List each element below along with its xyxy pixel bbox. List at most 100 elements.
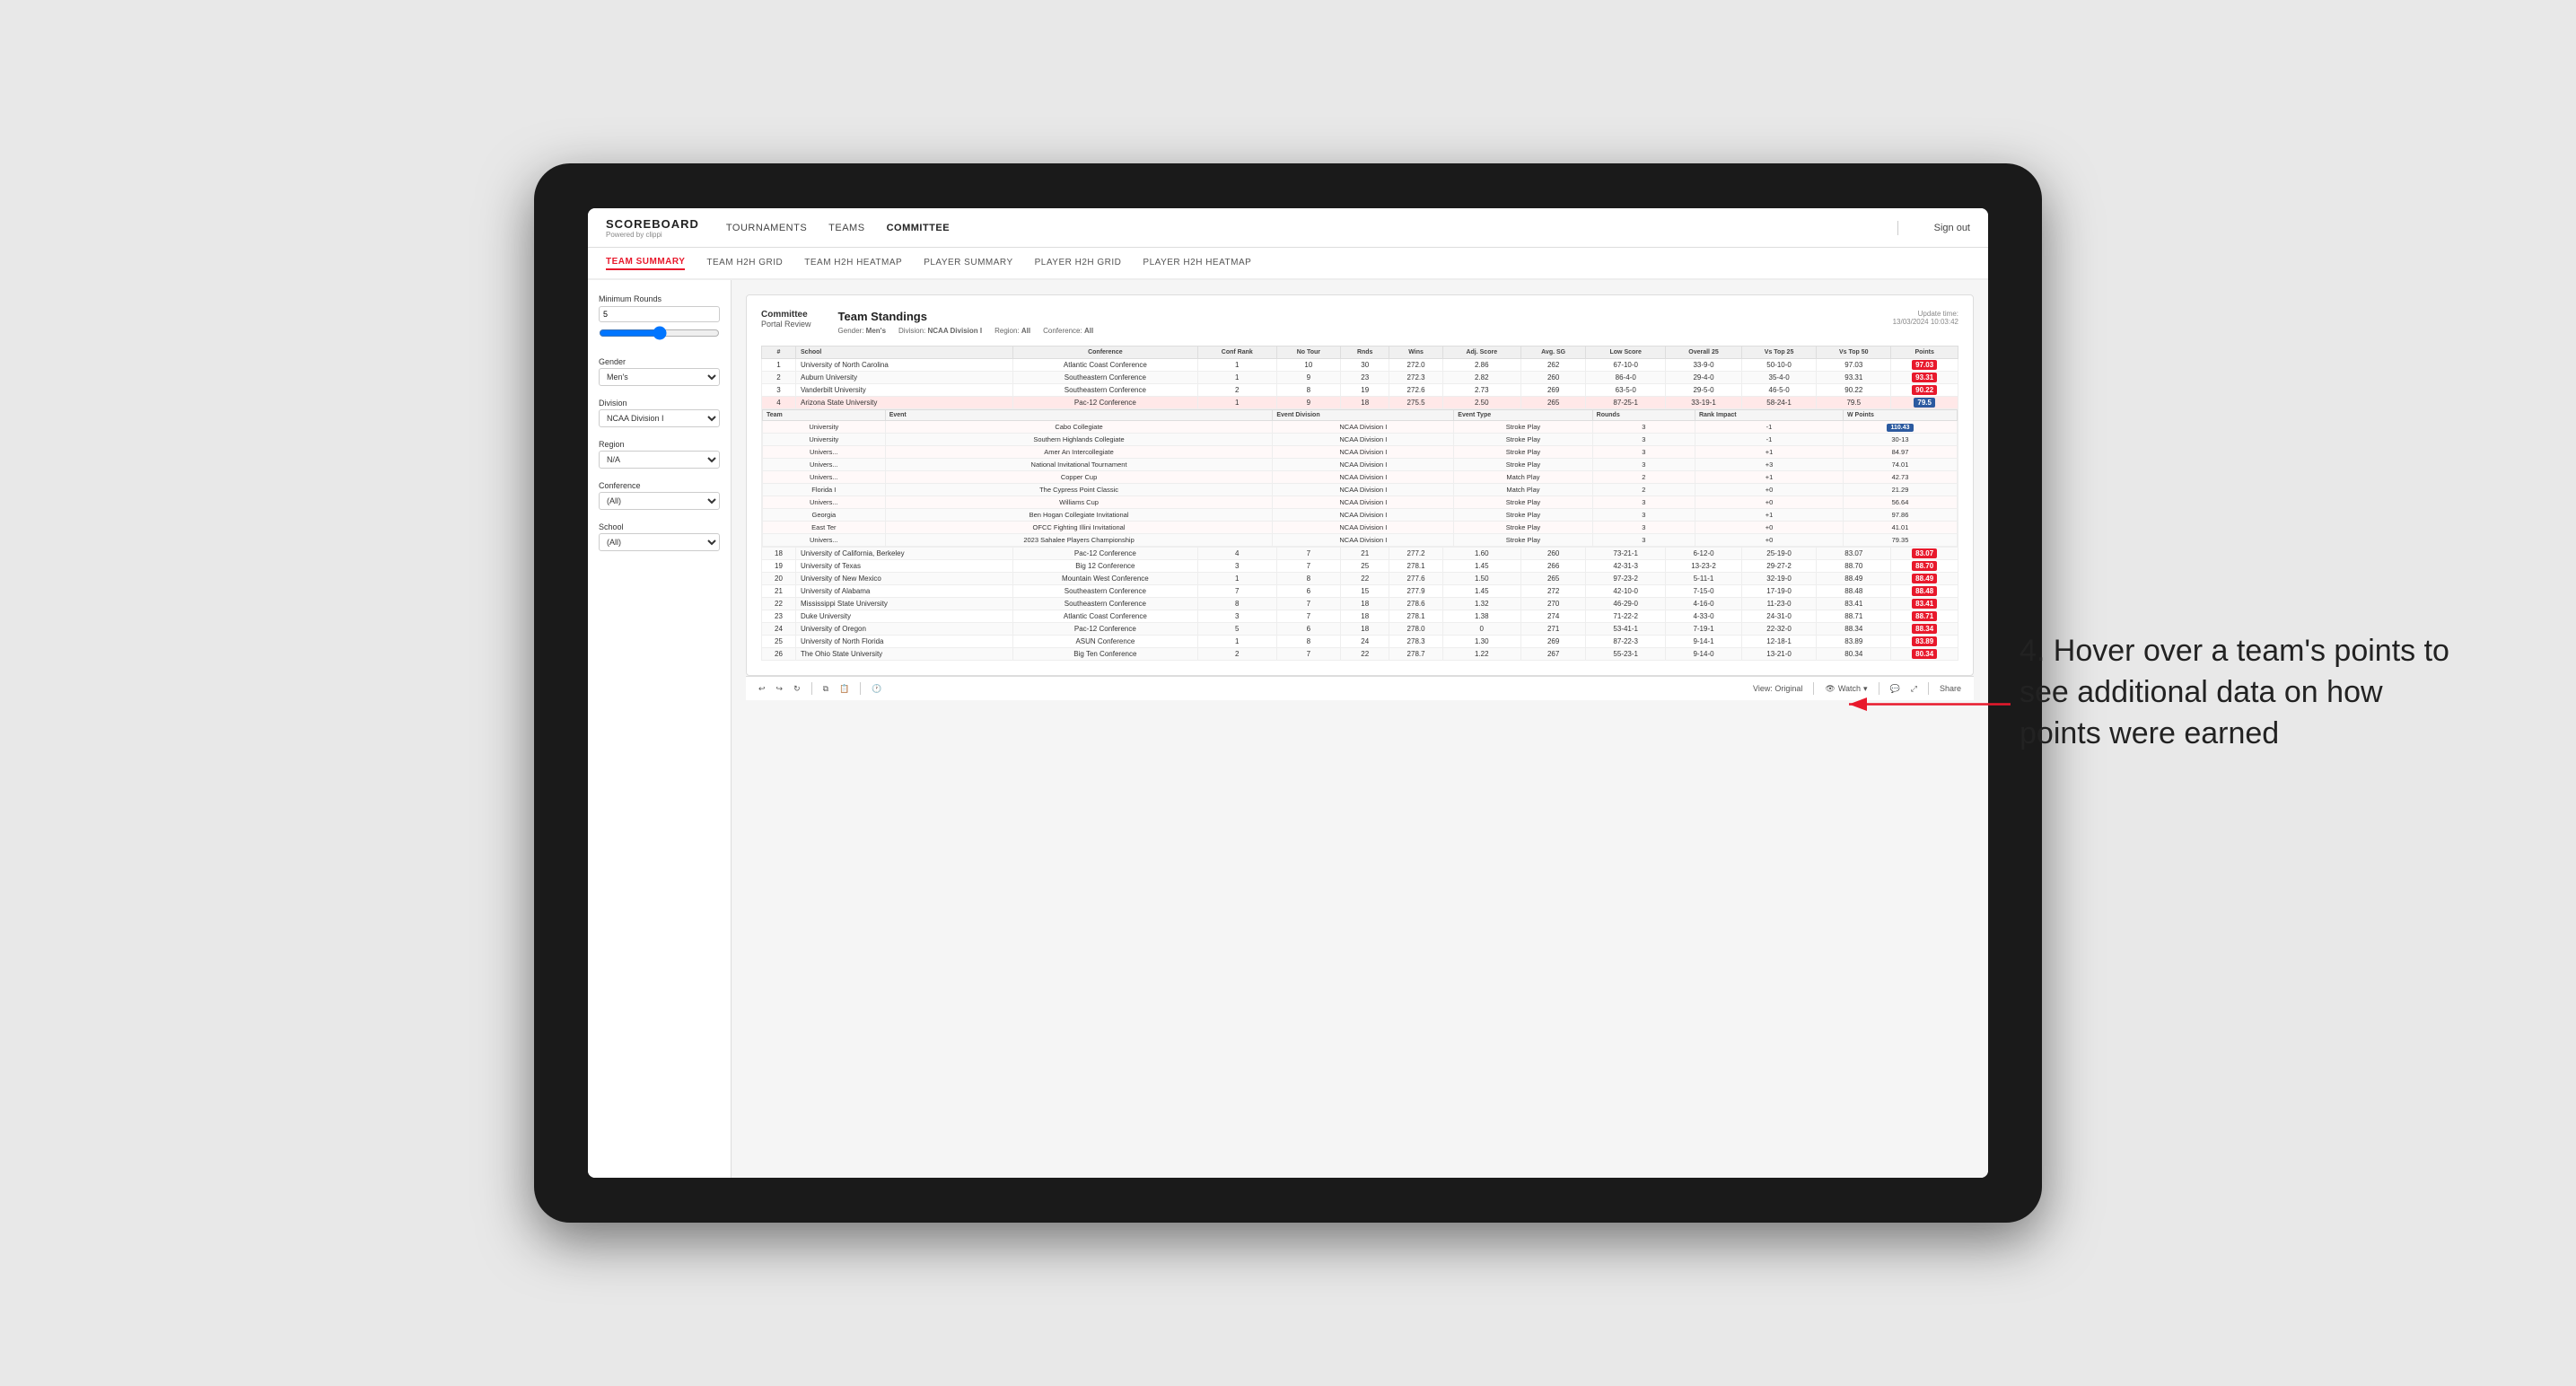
gender-select[interactable]: Men's Women's (599, 368, 720, 386)
filter-conference-label: Conference: All (1043, 327, 1093, 335)
conf: Southeastern Conference (1012, 384, 1197, 397)
copy-btn[interactable]: ⧉ (823, 684, 828, 694)
standings-title: Team Standings (838, 310, 1893, 323)
low: 86-4-0 (1586, 372, 1666, 384)
sign-out-link[interactable]: Sign out (1934, 223, 1970, 233)
nav-divider (1897, 221, 1898, 235)
th-vs25: Vs Top 25 (1741, 346, 1816, 359)
arrow-svg (1840, 687, 2020, 723)
logo-title: SCOREBOARD (606, 217, 699, 231)
tooltip-row-item: Univers...National Invitational Tourname… (763, 459, 1958, 471)
table-row[interactable]: 19University of TexasBig 12 Conference 3… (762, 560, 1958, 573)
adj: 2.73 (1442, 384, 1520, 397)
subnav-player-h2h-heatmap[interactable]: PLAYER H2H HEATMAP (1143, 258, 1251, 269)
subnav-team-h2h-grid[interactable]: TEAM H2H GRID (706, 258, 783, 269)
adj: 2.50 (1442, 397, 1520, 409)
view-original-btn[interactable]: View: Original (1753, 684, 1802, 693)
tablet-screen: SCOREBOARD Powered by clippi TOURNAMENTS… (588, 208, 1988, 1178)
refresh-btn[interactable]: ↻ (793, 684, 801, 694)
points[interactable]: 97.03 (1891, 359, 1958, 372)
overall: 33-9-0 (1666, 359, 1742, 372)
vs50: 90.22 (1817, 384, 1891, 397)
th-low: Low Score (1586, 346, 1666, 359)
nav-tournaments[interactable]: TOURNAMENTS (726, 223, 807, 233)
clock-btn[interactable]: 🕐 (872, 684, 881, 694)
sidebar-school: School (All) (599, 522, 720, 551)
table-row[interactable]: 22Mississippi State UniversitySoutheaste… (762, 598, 1958, 610)
nav-teams[interactable]: TEAMS (828, 223, 864, 233)
low: 63-5-0 (1586, 384, 1666, 397)
conf-rank: 2 (1197, 384, 1276, 397)
table-row[interactable]: 18 University of California, Berkeley Pa… (762, 548, 1958, 560)
avg: 262 (1520, 359, 1586, 372)
nav-committee[interactable]: COMMITTEE (887, 223, 951, 233)
tooltip-row-item: Florida IThe Cypress Point ClassicNCAA D… (763, 484, 1958, 496)
conf: Pac-12 Conference (1012, 397, 1197, 409)
th-event-type: Event Type (1454, 410, 1592, 421)
table-row[interactable]: 3 Vanderbilt University Southeastern Con… (762, 384, 1958, 397)
annotation-block: 4. Hover over a team's points to see add… (2020, 631, 2450, 755)
school: Vanderbilt University (796, 384, 1013, 397)
table-row[interactable]: 1 University of North Carolina Atlantic … (762, 359, 1958, 372)
th-conf: Conference (1012, 346, 1197, 359)
low: 87-25-1 (1586, 397, 1666, 409)
filter-gender-label: Gender: Men's (838, 327, 887, 335)
rnds: 30 (1340, 359, 1389, 372)
table-row[interactable]: 20University of New MexicoMountain West … (762, 573, 1958, 585)
subnav-player-summary[interactable]: PLAYER SUMMARY (924, 258, 1012, 269)
min-rounds-input[interactable] (599, 306, 720, 322)
tooltip-row-item: East TerOFCC Fighting Illini Invitationa… (763, 522, 1958, 534)
sidebar-division: Division NCAA Division I NCAA Division I… (599, 399, 720, 427)
points[interactable]: 83.07 (1891, 548, 1958, 560)
tooltip-row-item: Univers...Amer An IntercollegiateNCAA Di… (763, 446, 1958, 459)
bottom-toolbar: ↩ ↪ ↻ ⧉ 📋 🕐 View: Original 👁 Watch ▾ 💬 ⤢ (746, 676, 1974, 700)
region-select[interactable]: N/A All (599, 451, 720, 469)
division-label: Division (599, 399, 720, 408)
subnav-player-h2h-grid[interactable]: PLAYER H2H GRID (1035, 258, 1122, 269)
points[interactable]: 90.22 (1891, 384, 1958, 397)
sidebar-gender: Gender Men's Women's (599, 357, 720, 386)
adj: 2.82 (1442, 372, 1520, 384)
sidebar: Minimum Rounds Gender Men's Women's Divi… (588, 280, 732, 1178)
conf: Pac-12 Conference (1012, 548, 1197, 560)
table-row[interactable]: 23Duke UniversityAtlantic Coast Conferen… (762, 610, 1958, 623)
conference-label: Conference (599, 481, 720, 490)
table-row[interactable]: 25University of North FloridaASUN Confer… (762, 636, 1958, 648)
nav-links: TOURNAMENTS TEAMS COMMITTEE Sign out (726, 221, 1970, 235)
update-time-label: Update time: (1893, 310, 1958, 318)
filter-conference-value: All (1084, 327, 1093, 335)
table-row[interactable]: 2 Auburn University Southeastern Confere… (762, 372, 1958, 384)
paste-btn[interactable]: 📋 (839, 684, 849, 694)
tooltip-row-item: Univers...2023 Sahalee Players Champions… (763, 534, 1958, 547)
report-header: Committee Portal Review Team Standings G… (761, 310, 1958, 335)
subnav-team-summary[interactable]: TEAM SUMMARY (606, 257, 685, 270)
wins: 275.5 (1389, 397, 1442, 409)
rank: 4 (762, 397, 796, 409)
filter-division-value: NCAA Division I (927, 327, 982, 335)
table-row[interactable]: 26The Ohio State UniversityBig Ten Confe… (762, 648, 1958, 661)
points[interactable]: 79.5 (1891, 397, 1958, 409)
redo-btn[interactable]: ↪ (776, 684, 784, 694)
th-points: Points (1891, 346, 1958, 359)
standings-table: # School Conference Conf Rank No Tour Rn… (761, 346, 1958, 661)
conference-select[interactable]: (All) (599, 492, 720, 510)
table-row[interactable]: 21University of AlabamaSoutheastern Conf… (762, 585, 1958, 598)
table-row-highlighted[interactable]: 4 Arizona State University Pac-12 Confer… (762, 397, 1958, 409)
min-rounds-label: Minimum Rounds (599, 294, 720, 303)
min-rounds-slider[interactable] (599, 326, 720, 340)
subnav-team-h2h-heatmap[interactable]: TEAM H2H HEATMAP (804, 258, 902, 269)
sidebar-min-rounds: Minimum Rounds (599, 294, 720, 345)
overall: 33-19-1 (1666, 397, 1742, 409)
th-rounds: Rounds (1592, 410, 1695, 421)
points[interactable]: 93.31 (1891, 372, 1958, 384)
report-card: Committee Portal Review Team Standings G… (746, 294, 1974, 676)
sidebar-region: Region N/A All (599, 440, 720, 469)
undo-btn[interactable]: ↩ (758, 684, 766, 694)
table-row[interactable]: 24University of OregonPac-12 Conference … (762, 623, 1958, 636)
vs25: 46-5-0 (1741, 384, 1816, 397)
division-select[interactable]: NCAA Division I NCAA Division II NCAA Di… (599, 409, 720, 427)
report-title-block: Committee Portal Review (761, 310, 811, 329)
no-tour: 10 (1276, 359, 1340, 372)
school-select[interactable]: (All) (599, 533, 720, 551)
th-team: Team (763, 410, 886, 421)
